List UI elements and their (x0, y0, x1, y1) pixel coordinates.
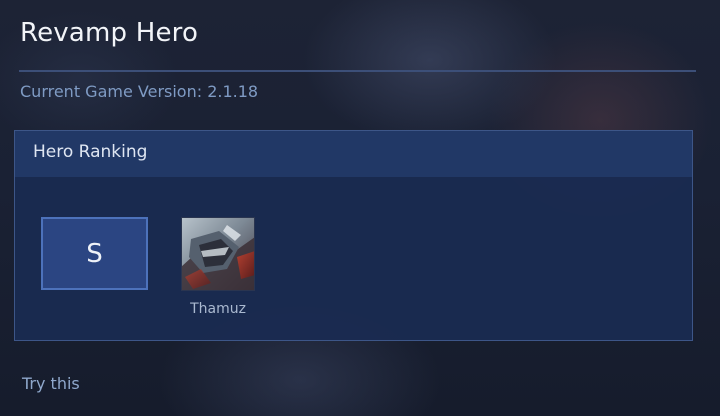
hero-ranking-panel: Hero Ranking S Thamuz (14, 130, 693, 341)
hero-name: Thamuz (190, 301, 246, 317)
tier-label: S (86, 238, 103, 269)
try-this-link[interactable]: Try this (22, 374, 80, 393)
hero-ranking-header: Hero Ranking (15, 131, 692, 177)
tier-badge: S (41, 217, 148, 290)
game-version-text: Current Game Version: 2.1.18 (20, 82, 259, 101)
title-divider (19, 70, 696, 72)
hero-portrait-thamuz-icon[interactable] (181, 217, 255, 291)
hero-card[interactable]: Thamuz (173, 217, 263, 317)
page-title: Revamp Hero (20, 18, 199, 48)
hero-ranking-heading: Hero Ranking (33, 142, 148, 162)
